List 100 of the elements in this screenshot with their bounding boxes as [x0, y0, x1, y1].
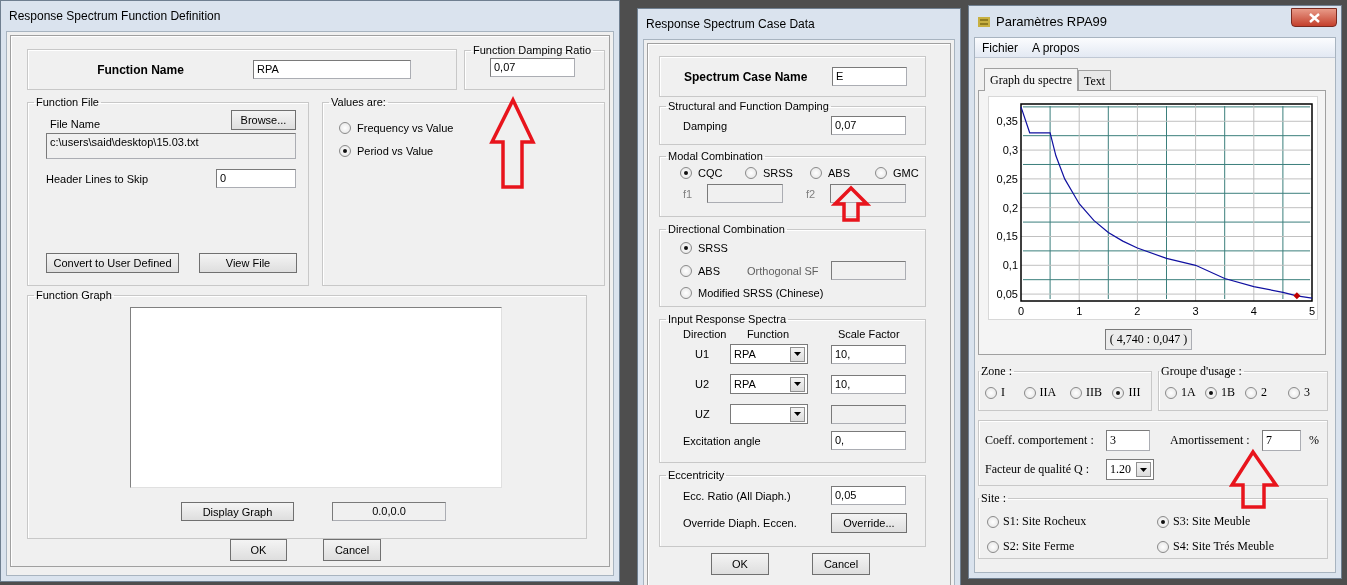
radio-button[interactable]: [1157, 540, 1169, 553]
radio-label[interactable]: SRSS: [698, 242, 728, 254]
radio-button[interactable]: [875, 167, 887, 179]
radio-button[interactable]: [339, 145, 351, 157]
group-label: Structural and Function Damping: [667, 100, 830, 112]
radio-label[interactable]: IIB: [1085, 385, 1102, 400]
menu-item[interactable]: Fichier: [982, 40, 1018, 55]
tick-label: 0,2: [1002, 201, 1018, 214]
radio-button[interactable]: [745, 167, 757, 179]
radio-button[interactable]: [985, 386, 997, 399]
field-label: File Name: [50, 118, 101, 130]
text-field[interactable]: 7: [1262, 430, 1301, 451]
radio-button[interactable]: [1157, 515, 1169, 528]
radio-label[interactable]: ABS: [698, 264, 720, 277]
text-field[interactable]: [707, 184, 783, 203]
dropdown[interactable]: [730, 404, 808, 424]
text-field[interactable]: 3: [1106, 430, 1150, 451]
group-label: Function Damping Ratio: [472, 44, 592, 56]
tab[interactable]: Graph du spectre: [984, 68, 1078, 91]
text-field[interactable]: 0,07: [831, 116, 906, 135]
radio-button[interactable]: [680, 287, 692, 299]
radio-label[interactable]: Frequency vs Value: [357, 122, 454, 134]
text-field[interactable]: 0,07: [490, 58, 575, 77]
override-button[interactable]: Override...: [831, 513, 907, 533]
text-field[interactable]: 10,: [831, 344, 906, 364]
radio-label[interactable]: III: [1128, 385, 1141, 400]
radio-button[interactable]: [810, 167, 822, 179]
text-field[interactable]: [831, 261, 906, 280]
view-file-button[interactable]: View File: [199, 253, 297, 273]
radio-label[interactable]: ABS: [828, 167, 850, 179]
radio-button[interactable]: [1205, 386, 1217, 399]
text-field[interactable]: c:\users\said\desktop\15.03.txt: [46, 133, 296, 159]
radio-button[interactable]: [680, 264, 692, 277]
group-label: Site :: [980, 491, 1007, 506]
radio-label[interactable]: Modified SRSS (Chinese): [698, 287, 824, 299]
radio-label[interactable]: 2: [1261, 385, 1267, 400]
radio-button[interactable]: [680, 242, 692, 254]
text-field[interactable]: 0,: [831, 431, 906, 450]
radio-label[interactable]: IIA: [1039, 385, 1057, 400]
radio-label[interactable]: Period vs Value: [357, 145, 434, 157]
cancel-button[interactable]: Cancel: [323, 539, 381, 561]
convert-button[interactable]: Convert to User Defined: [46, 253, 179, 273]
radio-button[interactable]: [680, 167, 692, 179]
text-field[interactable]: 0: [216, 169, 296, 188]
field-label: f1: [683, 187, 694, 200]
dropdown[interactable]: RPA: [730, 374, 808, 394]
column-header: Direction: [683, 328, 728, 340]
radio-label[interactable]: S1: Site Rocheux: [1003, 514, 1087, 529]
radio-label[interactable]: S2: Site Ferme: [1003, 539, 1075, 554]
field-label: Override Diaph. Eccen.: [683, 517, 798, 529]
radio-button[interactable]: [987, 515, 999, 528]
radio-label[interactable]: I: [1001, 385, 1005, 400]
text-field[interactable]: E: [832, 67, 907, 86]
dropdown[interactable]: RPA: [730, 344, 808, 364]
cancel-button[interactable]: Cancel: [812, 553, 870, 575]
tick-label: 0,1: [1002, 259, 1018, 272]
group-label: Values are:: [330, 96, 387, 108]
field-label: Orthogonal SF: [747, 264, 820, 277]
ok-button[interactable]: OK: [711, 553, 769, 575]
radio-button[interactable]: [1288, 386, 1300, 399]
radio-label[interactable]: 3: [1304, 385, 1310, 400]
field-label: Amortissement :: [1170, 433, 1251, 448]
radio-label[interactable]: GMC: [893, 167, 919, 179]
text-field[interactable]: 0,05: [831, 486, 906, 505]
radio-label[interactable]: 1B: [1221, 385, 1235, 400]
radio-label[interactable]: CQC: [698, 167, 723, 179]
display-graph-button[interactable]: Display Graph: [181, 502, 294, 521]
text-field[interactable]: 10,: [831, 374, 906, 394]
radio-button[interactable]: [1023, 386, 1036, 399]
radio-label[interactable]: 1A: [1181, 385, 1196, 400]
group-label: Input Response Spectra: [667, 313, 788, 325]
radio-button[interactable]: [1112, 386, 1125, 399]
radio-button[interactable]: [1245, 386, 1257, 399]
tick-label: 1: [1076, 305, 1083, 317]
app-icon: [977, 15, 991, 28]
tab[interactable]: Text: [1077, 70, 1112, 90]
group-label: Directional Combination: [667, 223, 786, 235]
close-button[interactable]: [1291, 8, 1337, 27]
radio-button[interactable]: [1069, 386, 1082, 399]
field-label: Ecc. Ratio (All Diaph.): [683, 489, 792, 502]
group-label: Function Graph: [35, 289, 113, 301]
group-label: Function File: [35, 96, 100, 108]
tick-label: 0,3: [1002, 144, 1018, 157]
dropdown[interactable]: 1.20: [1106, 459, 1154, 480]
coordinate-readout: 0.0,0.0: [332, 502, 446, 521]
radio-label[interactable]: S4: Site Trés Meuble: [1173, 539, 1274, 554]
menu-item[interactable]: A propos: [1032, 40, 1080, 55]
radio-label[interactable]: S3: Site Meuble: [1173, 514, 1251, 529]
window-title: Paramètres RPA99: [996, 14, 1108, 29]
text-field[interactable]: RPA: [253, 60, 411, 79]
radio-button[interactable]: [987, 540, 999, 553]
browse-button[interactable]: Browse...: [231, 110, 296, 130]
radio-button[interactable]: [339, 122, 351, 134]
field-label: f2: [806, 187, 817, 200]
radio-button[interactable]: [1165, 386, 1177, 399]
field-label: Spectrum Case Name: [684, 69, 809, 84]
column-header: Scale Factor: [837, 328, 901, 340]
tick-label: 4: [1250, 305, 1257, 317]
radio-label[interactable]: SRSS: [763, 167, 793, 179]
ok-button[interactable]: OK: [230, 539, 287, 561]
